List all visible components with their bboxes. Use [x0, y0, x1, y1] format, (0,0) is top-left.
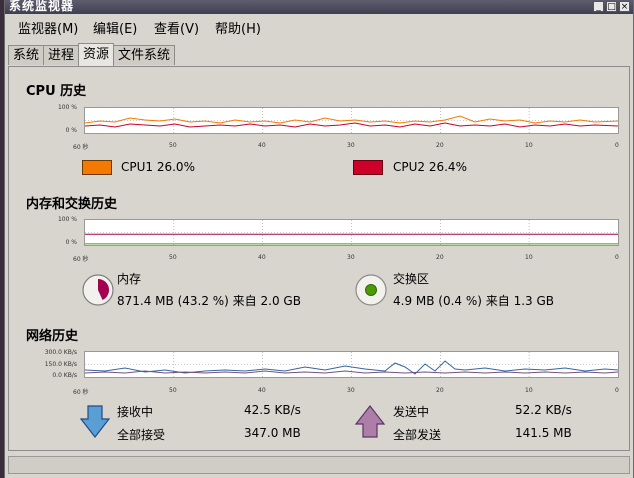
mem-x-label-50: 50 — [169, 254, 177, 261]
swap-pie-icon[interactable] — [354, 273, 388, 307]
total-received-label: 全部接受 — [117, 428, 166, 442]
close-button[interactable]: × — [619, 1, 630, 12]
memory-history-title: 内存和交换历史 — [26, 197, 118, 212]
cpu-x-label-0: 0 — [615, 142, 619, 149]
menu-monitor[interactable]: 监视器(M) — [18, 18, 78, 37]
mem-x-label-20: 20 — [436, 254, 444, 261]
memory-label: 内存 — [117, 272, 142, 286]
cpu-x-label-40: 40 — [258, 142, 266, 149]
swap-value: 4.9 MB (0.4 %) 来自 1.3 GB — [393, 294, 555, 308]
download-arrow-icon[interactable] — [79, 405, 111, 439]
mem-x-label-60: 60 秒 — [73, 256, 89, 263]
mem-y-label-100: 100 % — [57, 216, 77, 223]
net-x-label-60: 60 秒 — [73, 389, 89, 396]
net-x-label-20: 20 — [436, 387, 444, 394]
menu-bar: 监视器(M) 编辑(E) 查看(V) 帮助(H) — [5, 14, 633, 38]
cpu-y-label-100: 100 % — [57, 104, 77, 111]
total-sent-label: 全部发送 — [393, 428, 442, 442]
cpu1-label: CPU1 26.0% — [121, 160, 195, 174]
net-x-label-40: 40 — [258, 387, 266, 394]
cpu-graph — [84, 107, 619, 134]
tab-resources[interactable]: 资源 — [78, 43, 115, 66]
menu-edit[interactable]: 编辑(E) — [93, 18, 137, 37]
minimize-button[interactable]: _ — [593, 1, 604, 12]
tab-processes[interactable]: 进程 — [43, 45, 80, 65]
resources-panel: CPU 历史 100 % 0 % 60 秒 50 40 30 20 10 0 C… — [8, 66, 630, 451]
net-y-label-150: 150.0 KB/s — [44, 361, 77, 368]
menu-view[interactable]: 查看(V) — [154, 18, 199, 37]
mem-y-label-0: 0 % — [65, 239, 77, 246]
sending-label: 发送中 — [393, 405, 430, 419]
cpu-graph-svg — [85, 108, 618, 133]
system-monitor-window: 系统监视器 _ □ × 监视器(M) 编辑(E) 查看(V) 帮助(H) 系统 … — [4, 0, 634, 478]
net-x-label-10: 10 — [525, 387, 533, 394]
memory-value: 871.4 MB (43.2 %) 来自 2.0 GB — [117, 294, 301, 308]
menu-help[interactable]: 帮助(H) — [215, 18, 261, 37]
cpu-x-label-60: 60 秒 — [73, 144, 89, 151]
tab-bar: 系统 进程 资源 文件系统 — [8, 43, 176, 67]
send-rate-line — [85, 370, 618, 374]
sending-rate: 52.2 KB/s — [515, 403, 572, 417]
receiving-rate: 42.5 KB/s — [244, 403, 301, 417]
memory-grid — [85, 220, 618, 245]
network-graph — [84, 351, 619, 378]
memory-graph — [84, 219, 619, 246]
net-x-label-0: 0 — [615, 387, 619, 394]
status-bar — [8, 456, 630, 474]
swap-label: 交换区 — [393, 272, 430, 286]
upload-arrow-icon[interactable] — [354, 405, 386, 439]
net-y-label-300: 300.0 KB/s — [44, 349, 77, 356]
tab-system[interactable]: 系统 — [8, 45, 45, 65]
net-x-label-50: 50 — [169, 387, 177, 394]
cpu-x-label-50: 50 — [169, 142, 177, 149]
receiving-label: 接收中 — [117, 405, 154, 419]
cpu-history-title: CPU 历史 — [26, 84, 87, 99]
cpu2-label: CPU2 26.4% — [393, 160, 467, 174]
mem-x-label-30: 30 — [347, 254, 355, 261]
mem-x-label-40: 40 — [258, 254, 266, 261]
cpu-x-label-20: 20 — [436, 142, 444, 149]
memory-graph-svg — [85, 220, 618, 245]
cpu2-color-swatch[interactable] — [353, 160, 383, 175]
mem-x-label-0: 0 — [615, 254, 619, 261]
net-y-label-0: 0.0 KB/s — [52, 372, 77, 379]
total-sent-value: 141.5 MB — [515, 426, 572, 440]
maximize-button[interactable]: □ — [606, 1, 617, 12]
total-received-value: 347.0 MB — [244, 426, 301, 440]
tab-filesystems[interactable]: 文件系统 — [113, 45, 176, 65]
network-graph-svg — [85, 352, 618, 377]
network-history-title: 网络历史 — [26, 329, 79, 344]
cpu-y-label-0: 0 % — [65, 127, 77, 134]
window-title: 系统监视器 — [9, 0, 75, 13]
net-x-label-30: 30 — [347, 387, 355, 394]
cpu-x-label-30: 30 — [347, 142, 355, 149]
cpu1-color-swatch[interactable] — [82, 160, 112, 175]
memory-pie-icon[interactable] — [81, 273, 115, 307]
mem-x-label-10: 10 — [525, 254, 533, 261]
cpu-x-label-10: 10 — [525, 142, 533, 149]
title-bar[interactable]: 系统监视器 _ □ × — [5, 0, 633, 14]
